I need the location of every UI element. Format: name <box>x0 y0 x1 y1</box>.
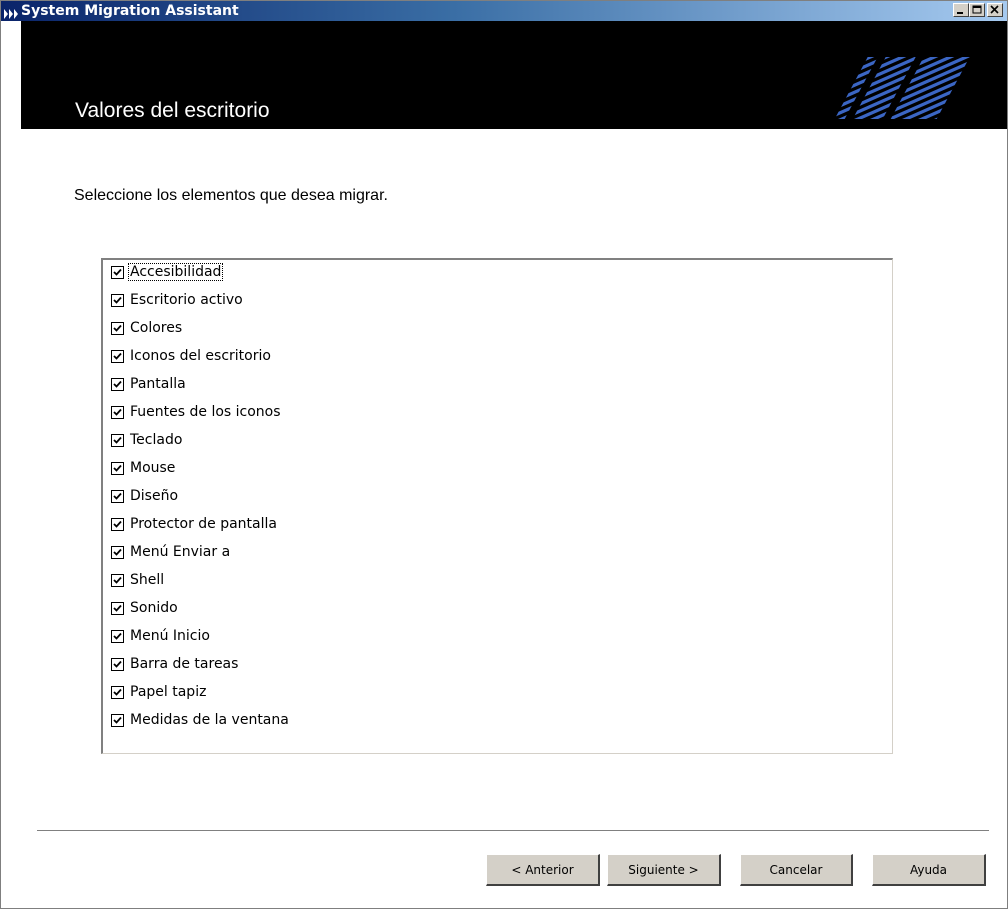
app-arrows-icon <box>4 5 18 19</box>
list-item-label: Pantalla <box>130 376 186 392</box>
list-item-label: Escritorio activo <box>130 292 243 308</box>
list-item-label: Medidas de la ventana <box>130 712 289 728</box>
maximize-button[interactable] <box>969 3 985 17</box>
title-bar[interactable]: System Migration Assistant <box>1 1 1007 21</box>
instruction-text: Seleccione los elementos que desea migra… <box>74 187 388 204</box>
checkbox[interactable] <box>111 349 124 363</box>
back-button-label: < Anterior <box>511 862 574 877</box>
list-item[interactable]: Shell <box>111 570 165 590</box>
items-listbox[interactable]: Accesibilidad Escritorio activo Colores Ico… <box>101 258 893 754</box>
list-item[interactable]: Fuentes de los iconos <box>111 402 282 422</box>
list-item-label: Colores <box>130 320 183 336</box>
checkmark-icon <box>113 576 122 584</box>
list-item[interactable]: Sonido <box>111 598 179 618</box>
list-item-label: Shell <box>130 572 165 588</box>
list-item[interactable]: Medidas de la ventana <box>111 710 290 730</box>
checkmark-icon <box>113 408 122 416</box>
checkmark-icon <box>113 716 122 724</box>
list-item[interactable]: Escritorio activo <box>111 290 244 310</box>
checkbox[interactable] <box>111 629 124 643</box>
list-item[interactable]: Teclado <box>111 430 183 450</box>
checkbox[interactable] <box>111 433 124 447</box>
checkmark-icon <box>113 464 122 472</box>
checkbox[interactable] <box>111 601 124 615</box>
close-icon <box>990 5 999 14</box>
migration-window: System Migration Assistant Valores del e… <box>0 0 1008 909</box>
minimize-icon <box>957 12 963 14</box>
list-item[interactable]: Protector de pantalla <box>111 514 278 534</box>
checkmark-icon <box>113 436 122 444</box>
list-item-label: Diseño <box>130 488 179 504</box>
close-button[interactable] <box>987 3 1003 17</box>
list-item[interactable]: Diseño <box>111 486 179 506</box>
back-button[interactable]: < Anterior <box>486 854 600 886</box>
list-item-label: Teclado <box>130 432 183 448</box>
checkbox[interactable] <box>111 685 124 699</box>
list-item[interactable]: Barra de tareas <box>111 654 239 674</box>
checkbox[interactable] <box>111 517 124 531</box>
window-title: System Migration Assistant <box>21 3 239 19</box>
next-button[interactable]: Siguiente > <box>607 854 721 886</box>
wizard-header: Valores del escritorio <box>21 21 1007 129</box>
list-item[interactable]: Menú Enviar a <box>111 542 231 562</box>
list-item[interactable]: Menú Inicio <box>111 626 211 646</box>
cancel-button[interactable]: Cancelar <box>740 854 853 886</box>
checkbox[interactable] <box>111 545 124 559</box>
help-button-label: Ayuda <box>909 862 948 877</box>
list-item-label: Menú Inicio <box>130 628 210 644</box>
checkmark-icon <box>113 492 122 500</box>
checkmark-icon <box>113 660 122 668</box>
maximize-icon <box>972 5 982 14</box>
list-item-label: Iconos del escritorio <box>130 348 271 364</box>
list-item-label: Papel tapiz <box>130 684 207 700</box>
checkbox[interactable] <box>111 293 124 307</box>
list-item[interactable]: Pantalla <box>111 374 187 394</box>
checkmark-icon <box>113 688 122 696</box>
checkmark-icon <box>113 268 122 276</box>
list-item-label: Menú Enviar a <box>130 544 231 560</box>
checkbox[interactable] <box>111 405 124 419</box>
checkbox[interactable] <box>111 713 124 727</box>
checkmark-icon <box>113 296 122 304</box>
checkmark-icon <box>113 604 122 612</box>
checkmark-icon <box>113 520 122 528</box>
button-divider <box>37 830 989 832</box>
list-item-label: Protector de pantalla <box>130 516 277 532</box>
checkbox[interactable] <box>111 573 124 587</box>
checkmark-icon <box>113 380 122 388</box>
list-item-label: Mouse <box>130 460 176 476</box>
list-item-label: Sonido <box>130 600 178 616</box>
list-item-label: Barra de tareas <box>130 656 239 672</box>
list-item[interactable]: Papel tapiz <box>111 682 207 702</box>
checkbox[interactable] <box>111 657 124 671</box>
page-title: Valores del escritorio <box>75 99 270 122</box>
list-item-label: Accesibilidad <box>127 263 224 281</box>
list-item[interactable]: Iconos del escritorio <box>111 346 272 366</box>
checkmark-icon <box>113 324 122 332</box>
checkbox[interactable] <box>111 321 124 335</box>
list-item[interactable]: Colores <box>111 318 183 338</box>
cancel-button-label: Cancelar <box>769 862 823 877</box>
list-item[interactable]: Mouse <box>111 458 176 478</box>
checkbox[interactable] <box>111 461 124 475</box>
checkbox[interactable] <box>111 377 124 391</box>
checkmark-icon <box>113 548 122 556</box>
next-button-label: Siguiente > <box>628 862 699 877</box>
list-item-label: Fuentes de los iconos <box>130 404 281 420</box>
checkmark-icon <box>113 352 122 360</box>
minimize-button[interactable] <box>953 3 969 17</box>
checkmark-icon <box>113 632 122 640</box>
help-button[interactable]: Ayuda <box>872 854 986 886</box>
list-item[interactable]: Accesibilidad <box>111 262 224 282</box>
checkbox[interactable] <box>111 489 124 503</box>
ibm-logo-icon <box>834 57 970 119</box>
checkbox[interactable] <box>111 265 124 279</box>
